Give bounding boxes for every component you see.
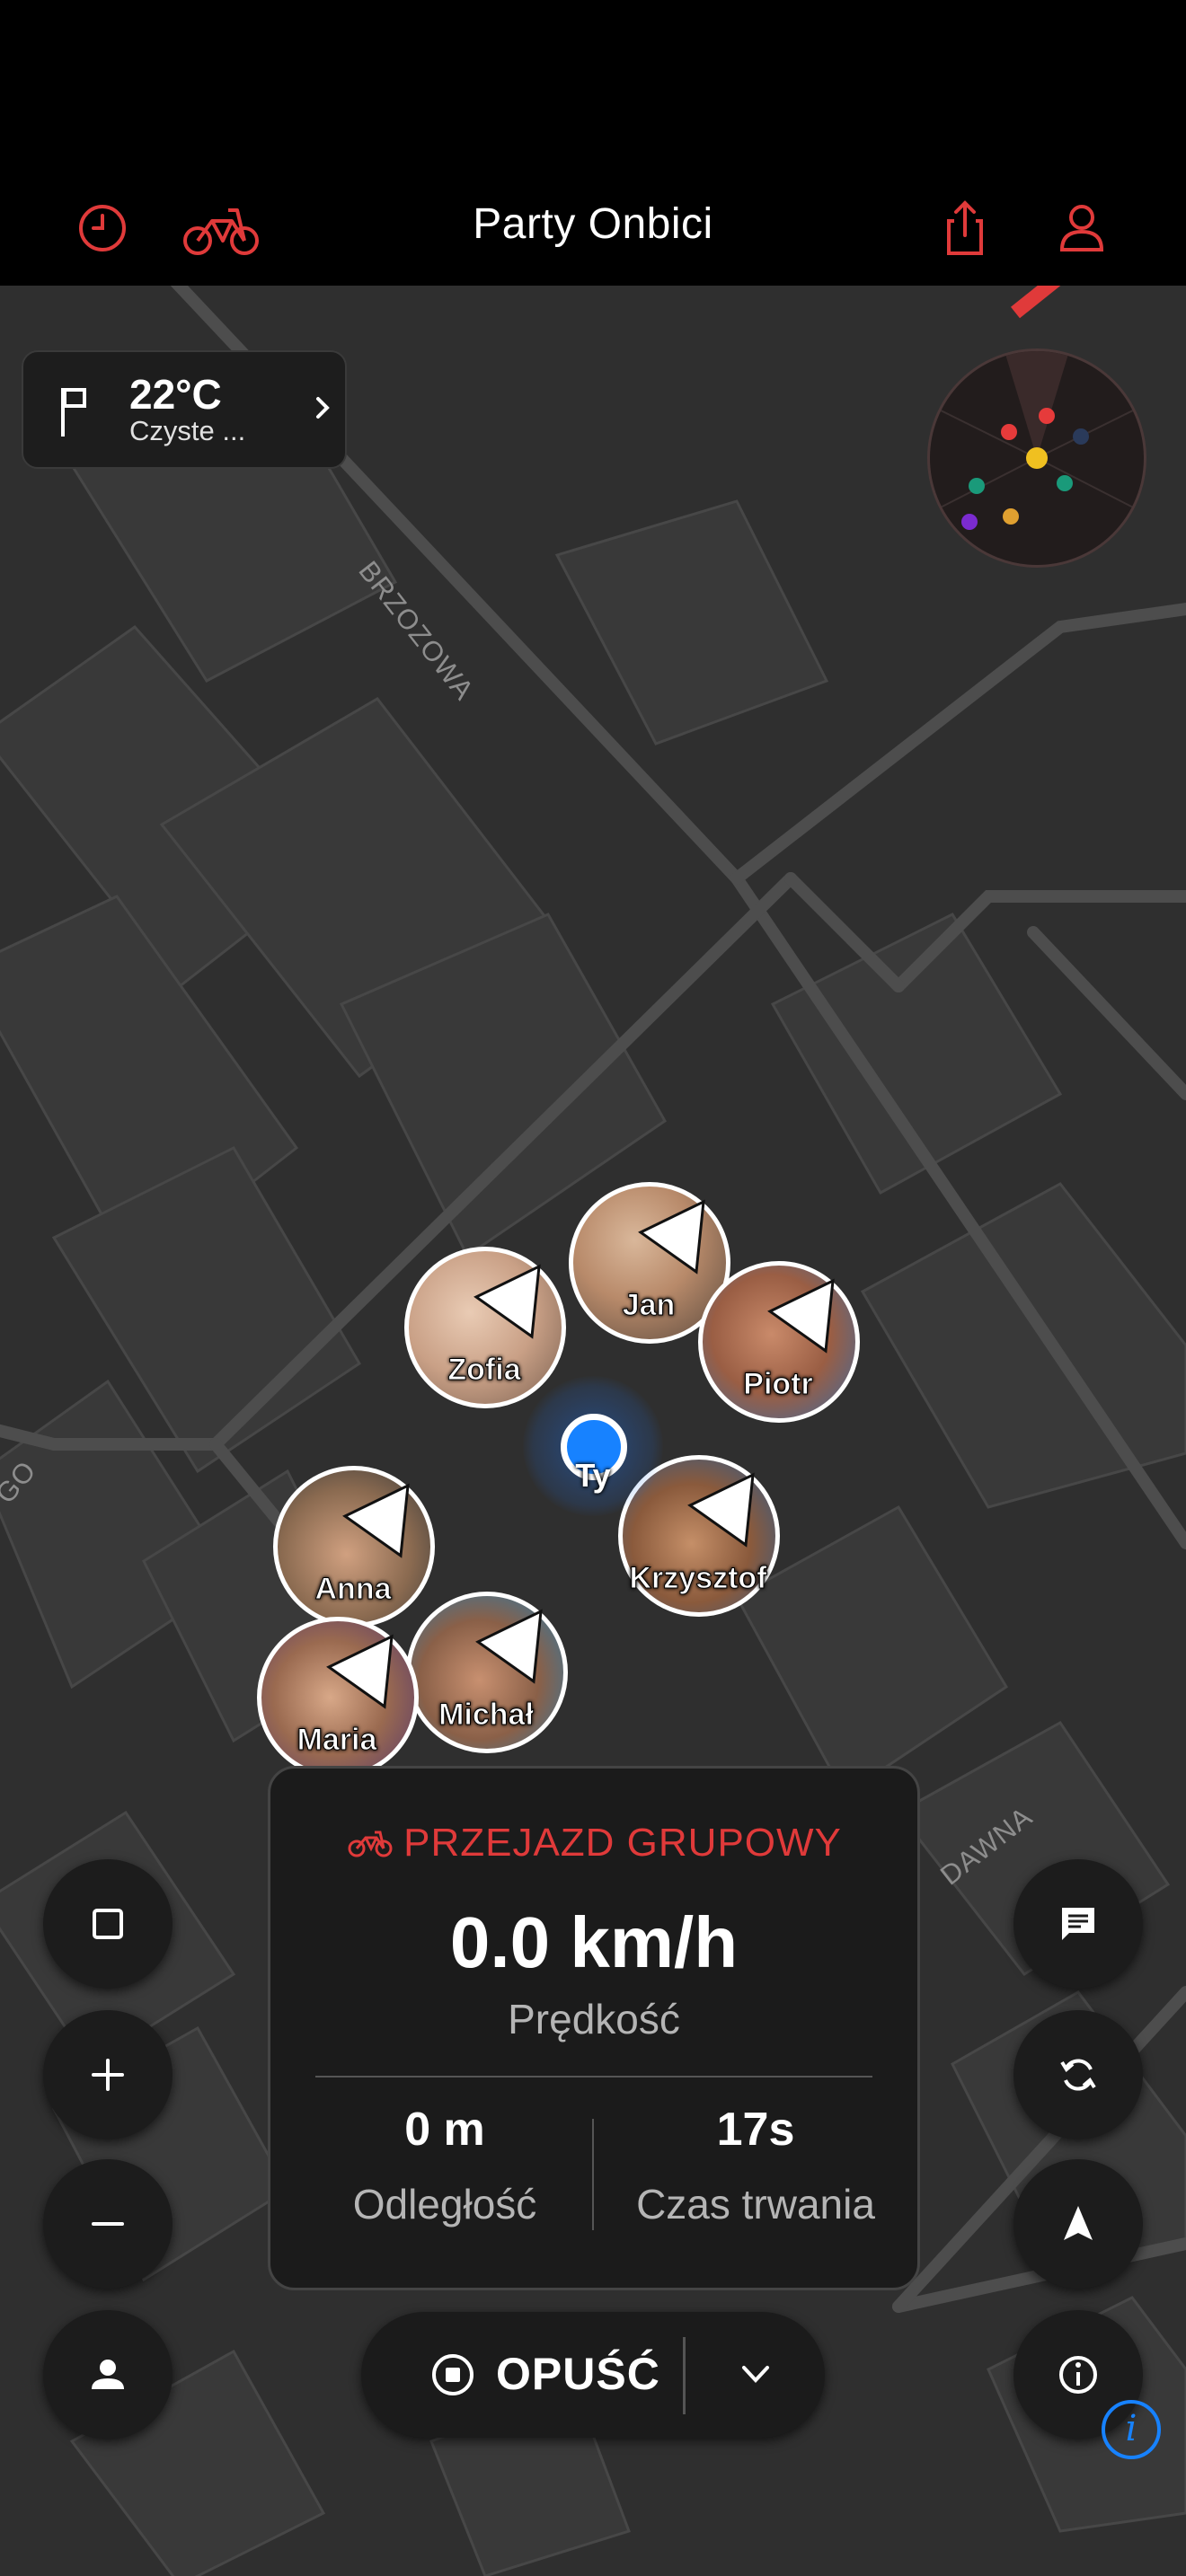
radar-dot [1039,408,1055,424]
heading-arrow-icon [474,1264,541,1339]
group-ride-panel: PRZEJAZD GRUPOWY 0.0 km/h Prędkość 0 m O… [268,1766,920,2290]
divider [592,2119,594,2230]
rider-radar[interactable] [927,348,1146,568]
radar-dot [961,514,978,530]
duration-label: Czas trwania [636,2181,875,2228]
radar-dot [1001,424,1017,440]
info-icon [1059,2356,1097,2394]
heading-arrow-icon [326,1634,394,1709]
radar-dot [969,478,985,494]
square-icon [93,1909,123,1939]
zoom-in-button[interactable] [43,2010,173,2139]
rider-name: Krzysztof [629,1561,767,1596]
zoom-in-icon [92,2059,124,2091]
bike-icon [348,1831,393,1857]
profile-icon[interactable] [1044,190,1120,266]
radar-dot [1073,428,1089,445]
my-location-marker [523,1376,663,1516]
heading-arrow-icon [342,1483,410,1558]
stop-icon [432,2354,474,2395]
square-button[interactable] [43,1859,173,1989]
heading-arrow-icon [687,1472,755,1548]
rider-marker-zofia[interactable]: Zofia [404,1247,566,1408]
navigate-icon [1064,2206,1093,2240]
chevron-right-icon [316,397,330,419]
radar-dot [1026,447,1048,469]
heading-arrow-icon [475,1609,543,1684]
person-icon [92,2360,124,2389]
rider-name: Maria [296,1723,377,1758]
sync-icon [1060,2059,1096,2091]
temperature: 22°C [129,371,222,418]
weather-card[interactable]: 22°C Czyste ... [22,350,347,469]
chat-icon [1062,1908,1094,1940]
rider-name: Zofia [447,1353,521,1388]
rider-marker-piotr[interactable]: Piotr [698,1261,860,1423]
top-bar: Party Onbici [0,0,1186,286]
person-button[interactable] [43,2310,173,2439]
chat-button[interactable] [1013,1859,1143,1989]
my-location-label: Ty [575,1457,611,1494]
page-title: Party Onbici [473,200,713,248]
speed-value: 0.0 km/h [449,1902,739,1982]
speed-label: Prędkość [508,1996,680,2042]
leave-button[interactable]: OPUŚĆ [496,2348,660,2400]
ride-mode: PRZEJAZD GRUPOWY [270,1821,917,1866]
rider-name: Michał [438,1698,535,1733]
duration-value: 17s [716,2104,795,2156]
zoom-out-icon [92,2222,124,2226]
distance-value: 0 m [404,2104,485,2156]
chevron-down-icon[interactable] [733,2355,778,2395]
weather-condition: Czyste ... [129,415,246,446]
divider [315,2076,872,2078]
distance-label: Odległość [352,2181,537,2228]
share-icon[interactable] [927,190,1003,266]
sync-button[interactable] [1013,2010,1143,2139]
flag-icon [61,388,86,437]
navigate-button[interactable] [1013,2159,1143,2289]
radar-dot [1003,508,1019,525]
divider [683,2337,686,2414]
rider-marker-maria[interactable]: Maria [257,1617,419,1778]
leave-ride-control: OPUŚĆ [361,2312,825,2438]
heading-arrow-icon [767,1278,835,1354]
ride-mode-label: PRZEJAZD GRUPOWY [403,1821,842,1865]
rider-name: Piotr [743,1367,813,1402]
map-attribution-info-icon[interactable]: i [1102,2400,1161,2459]
radar-dot [1057,475,1073,491]
zoom-out-button[interactable] [43,2159,173,2289]
rider-marker-michal[interactable]: Michał [406,1592,568,1753]
